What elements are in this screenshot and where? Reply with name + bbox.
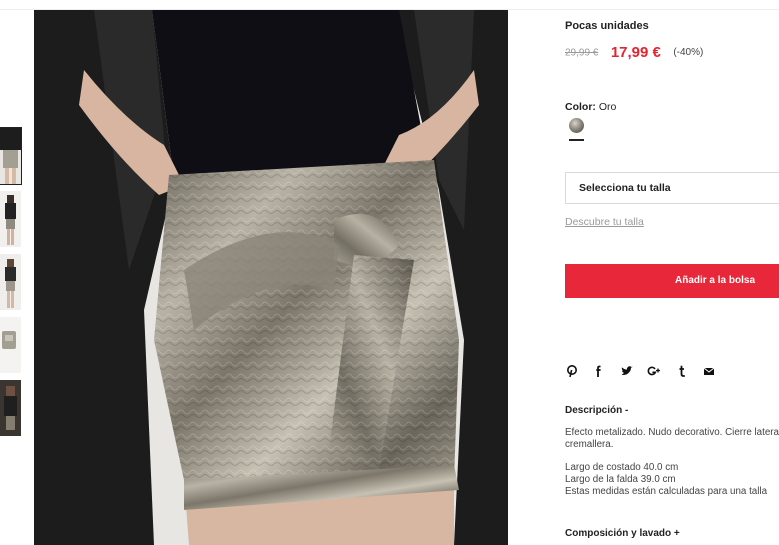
facebook-icon[interactable] (592, 364, 606, 378)
thumbnail-1[interactable] (0, 127, 22, 185)
sale-price: 17,99 € (610, 44, 661, 62)
stock-status: Pocas unidades (565, 20, 649, 32)
thumbnail-3[interactable] (0, 254, 21, 310)
google-plus-icon[interactable] (647, 364, 661, 378)
email-icon[interactable] (702, 364, 716, 378)
product-main-image[interactable] (34, 10, 508, 545)
measurement-skirt-length: Largo de la falda 39.0 cm (565, 474, 676, 485)
tumblr-icon[interactable] (675, 364, 689, 378)
pinterest-icon[interactable] (565, 364, 579, 378)
size-guide-link[interactable]: Descubre tu talla (565, 216, 644, 228)
color-swatch-gold[interactable] (569, 118, 584, 133)
price-row: 29,99 € 17,99 € (-40%) (565, 44, 703, 62)
discount-badge: (-40%) (673, 47, 704, 59)
description-toggle[interactable]: Descripción - (565, 405, 628, 416)
thumbnail-2[interactable] (0, 191, 21, 247)
old-price: 29,99 € (565, 47, 599, 59)
measurement-side-length: Largo de costado 40.0 cm (565, 462, 679, 473)
add-to-bag-button[interactable]: Añadir a la bolsa (565, 264, 779, 298)
measurement-note: Estas medidas están calculadas para una … (565, 486, 768, 497)
size-select[interactable]: Selecciona tu talla (565, 172, 779, 204)
composition-toggle[interactable]: Composición y lavado + (565, 528, 680, 539)
share-icons (565, 362, 725, 378)
color-value: Oro (598, 101, 617, 113)
thumbnail-4[interactable] (0, 317, 21, 373)
product-info-panel: Pocas unidades 29,99 € 17,99 € (-40%) Co… (565, 0, 779, 545)
description-text: Efecto metalizado. Nudo decorativo. Cier… (565, 427, 779, 450)
thumbnail-5[interactable] (0, 380, 21, 436)
twitter-icon[interactable] (620, 364, 634, 378)
color-label-title: Color: (565, 101, 596, 113)
selected-swatch-indicator (569, 139, 584, 141)
measurements: Largo de costado 40.0 cm Largo de la fal… (565, 462, 779, 498)
color-label: Color: Oro (565, 101, 616, 113)
